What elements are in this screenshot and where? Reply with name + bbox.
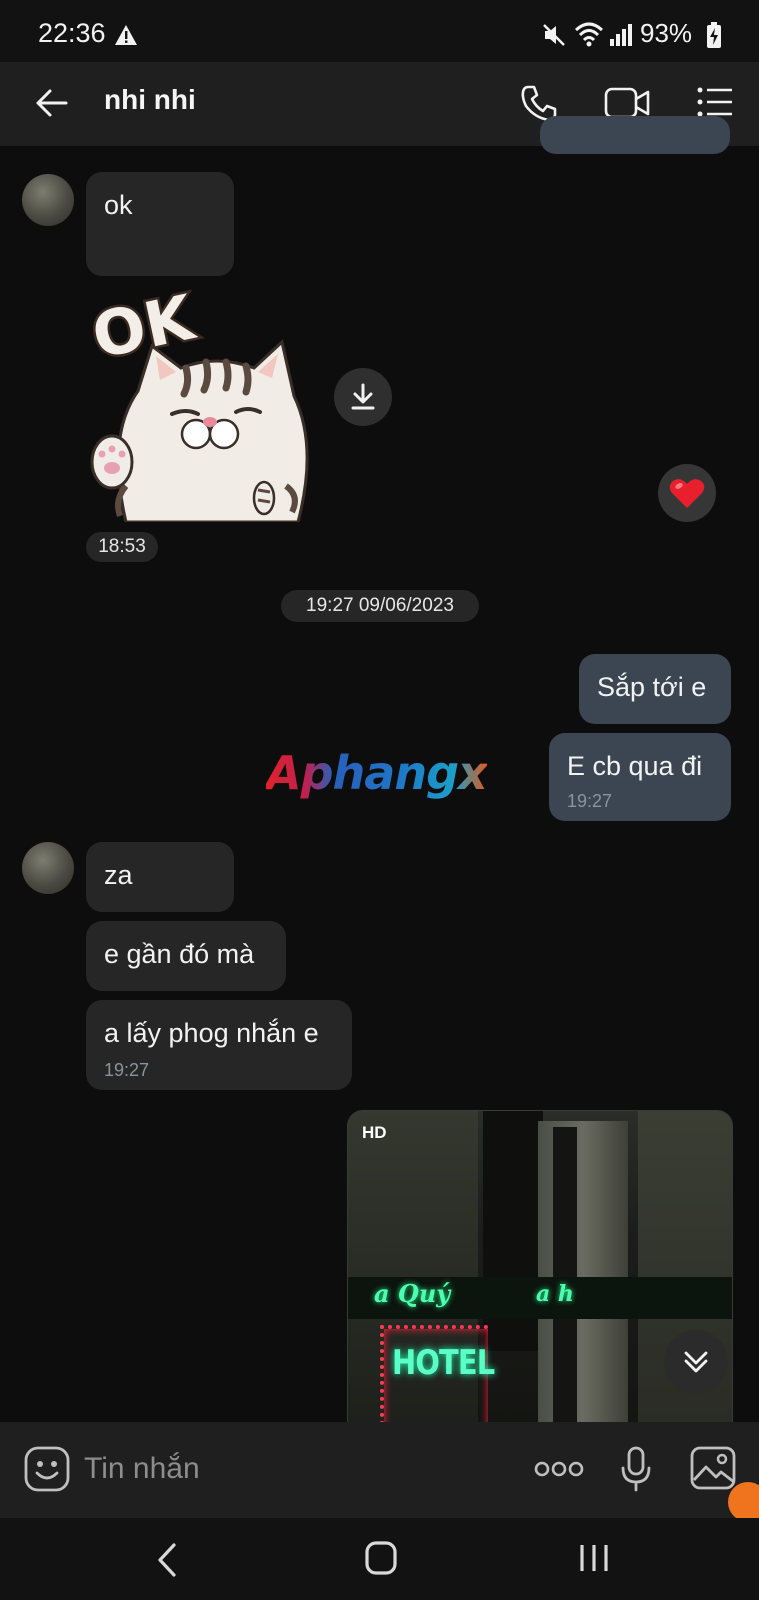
avatar[interactable] (22, 174, 74, 226)
message-bubble[interactable]: za (86, 842, 234, 912)
mute-icon (543, 24, 565, 46)
message-text: a lấy phog nhắn e (104, 1018, 319, 1048)
heart-icon (669, 479, 705, 508)
message-text: Sắp tới e (597, 672, 707, 702)
download-button[interactable] (334, 368, 392, 426)
battery-percent: 93% (640, 18, 693, 48)
nav-back-icon[interactable] (156, 1542, 178, 1578)
hotel-sign-text: HOTEL (392, 1343, 495, 1383)
download-icon (351, 383, 375, 410)
sticker-ok-text: OK (86, 286, 202, 373)
wifi-icon (574, 22, 604, 47)
message-time: 18:53 (86, 532, 158, 562)
nav-recents-icon[interactable] (578, 1542, 610, 1574)
gallery-icon[interactable] (690, 1446, 736, 1490)
scroll-to-bottom-button[interactable] (664, 1330, 728, 1394)
more-dots-icon[interactable] (534, 1460, 584, 1478)
status-bar: 22:36 93% (0, 0, 759, 64)
emoji-icon[interactable] (24, 1446, 70, 1492)
message-bubble[interactable]: ok (86, 172, 234, 276)
date-separator: 19:27 09/06/2023 (281, 590, 479, 622)
arrow-left-icon[interactable] (34, 88, 68, 118)
previous-message-bubble[interactable] (540, 116, 730, 154)
message-text: e gần đó mà (104, 939, 255, 969)
chevron-double-down-icon (684, 1351, 708, 1373)
message-text: E cb qua đi (567, 751, 703, 781)
status-time: 22:36 (38, 18, 106, 48)
hd-badge: HD (362, 1123, 387, 1142)
microphone-icon[interactable] (620, 1446, 652, 1492)
message-bubble[interactable]: a lấy phog nhắn e 19:27 (86, 1000, 352, 1090)
cat-sticker[interactable]: OK (83, 278, 326, 524)
message-text: za (104, 860, 133, 890)
nav-home-icon[interactable] (364, 1540, 398, 1576)
message-list[interactable]: ok OK 18:53 19:27 09/06/2023 Sắp tới e E… (0, 116, 759, 1424)
floating-badge[interactable] (728, 1482, 759, 1522)
message-bubble[interactable]: e gần đó mà (86, 921, 286, 991)
message-input[interactable]: Tin nhắn (84, 1452, 200, 1486)
battery-charging-icon (707, 22, 721, 48)
neon-text: a Quý (374, 1279, 451, 1308)
contact-name[interactable]: nhi nhi (104, 84, 196, 116)
photo-curtain (538, 1121, 628, 1423)
menu-list-icon[interactable] (696, 86, 734, 118)
video-call-icon[interactable] (604, 86, 650, 120)
message-composer: Tin nhắn (0, 1422, 759, 1522)
message-bubble-outgoing[interactable]: E cb qua đi 19:27 (549, 733, 731, 821)
signal-icon (610, 24, 632, 46)
system-nav-bar (0, 1518, 759, 1600)
reaction-heart-button[interactable] (658, 464, 716, 522)
cat-sticker-image: OK (83, 278, 309, 524)
neon-text: a h (536, 1281, 574, 1307)
message-time: 19:27 (104, 1060, 150, 1080)
photo-pole (553, 1127, 577, 1423)
warning-icon (115, 25, 137, 45)
avatar[interactable] (22, 842, 74, 894)
message-text: ok (104, 190, 133, 220)
watermark-logo: Aphangx (266, 746, 488, 800)
message-bubble-outgoing[interactable]: Sắp tới e (579, 654, 731, 724)
message-time: 19:27 (567, 791, 613, 811)
